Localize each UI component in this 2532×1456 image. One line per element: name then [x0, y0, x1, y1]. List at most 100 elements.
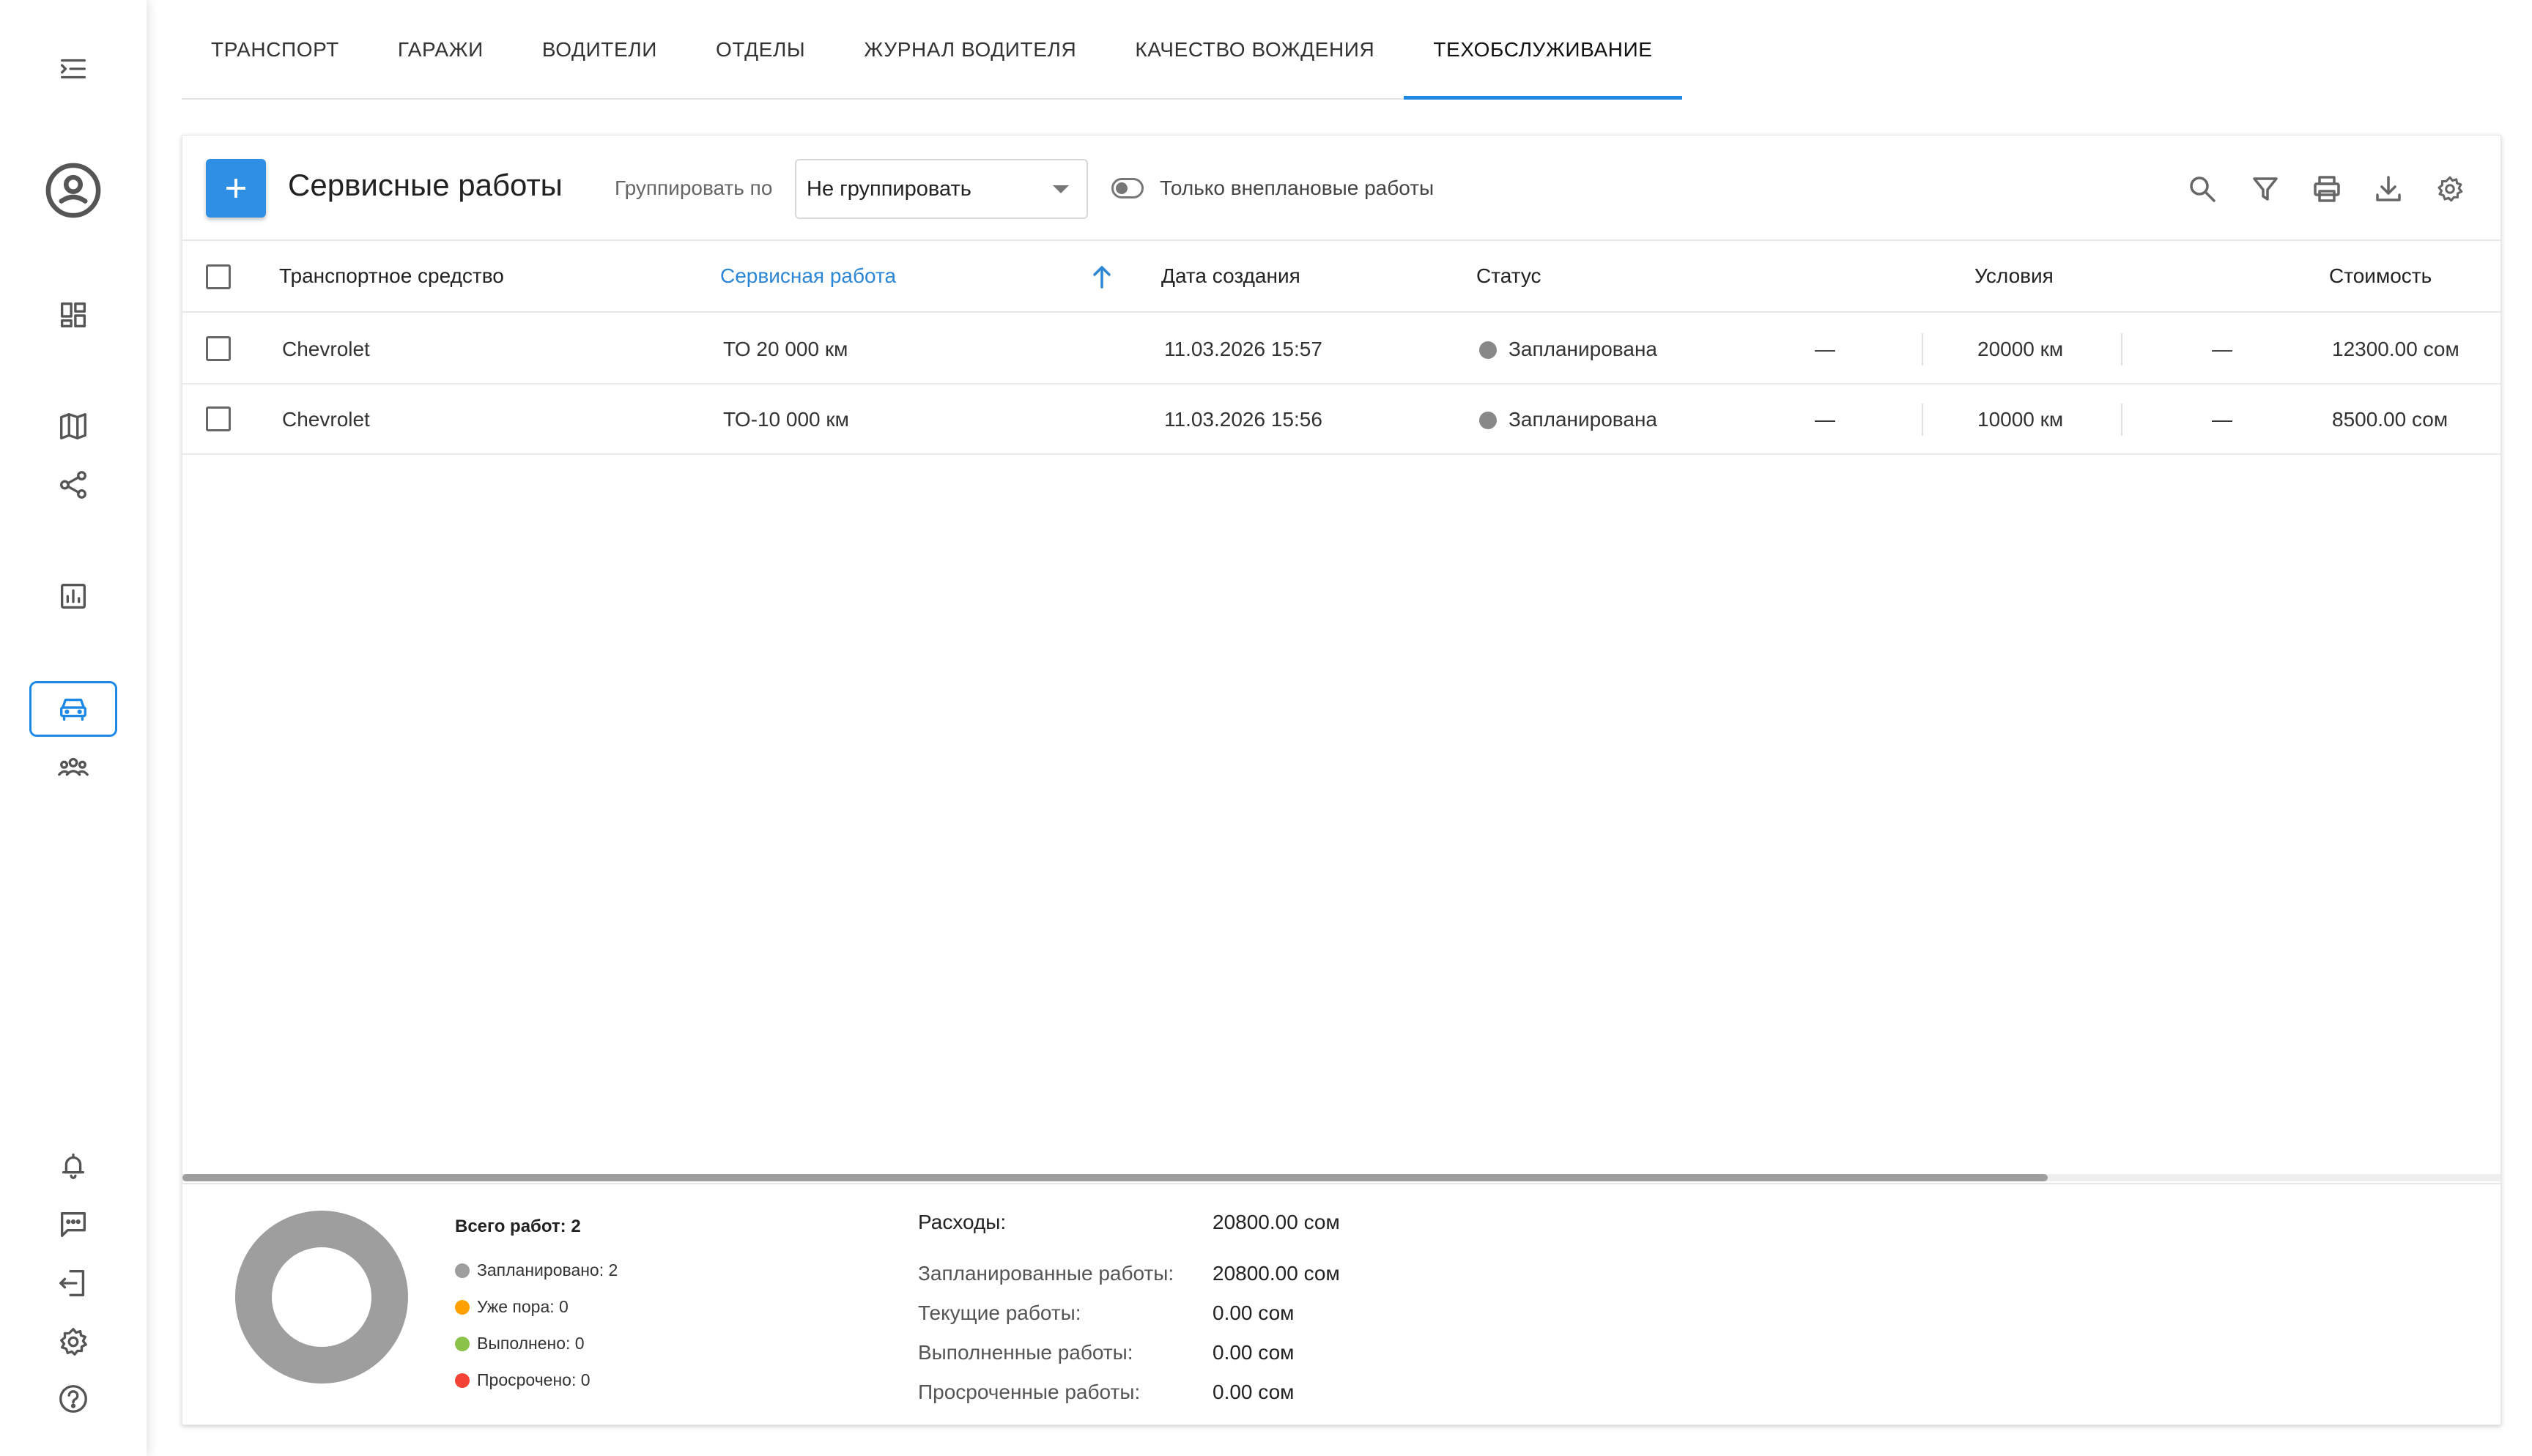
- table-settings-button[interactable]: [2432, 171, 2468, 207]
- column-header-status[interactable]: Статус: [1476, 264, 1541, 288]
- legend-label: Просрочено: 0: [477, 1370, 591, 1389]
- cell-status: Запланирована: [1509, 338, 1657, 360]
- logout-button[interactable]: [29, 1255, 117, 1311]
- expense-value-completed: 0.00 сом: [1213, 1341, 1295, 1364]
- donut-slice-0: [235, 1211, 408, 1383]
- status-donut-chart: [235, 1211, 408, 1383]
- tab-drivers[interactable]: ВОДИТЕЛИ: [513, 0, 686, 100]
- status-dot: [1479, 341, 1497, 359]
- transport-button[interactable]: [29, 681, 117, 737]
- cell-created: 11.03.2026 15:57: [1164, 338, 1322, 360]
- menu-collapse-icon: [60, 59, 86, 79]
- column-divider: [2121, 404, 2122, 436]
- search-button[interactable]: [2184, 171, 2221, 207]
- legend-dot: [455, 1373, 470, 1388]
- filter-icon: [2253, 177, 2278, 201]
- chat-icon: [60, 1211, 86, 1238]
- tab-driver-log[interactable]: ЖУРНАЛ ВОДИТЕЛЯ: [834, 0, 1106, 100]
- legend-dot: [455, 1336, 470, 1351]
- cell-vehicle: Chevrolet: [282, 408, 370, 431]
- groups-button[interactable]: [29, 740, 117, 795]
- reports-button[interactable]: [29, 568, 117, 624]
- account-button[interactable]: [29, 163, 117, 218]
- unplanned-only-toggle[interactable]: [1111, 178, 1144, 198]
- column-header-created[interactable]: Дата создания: [1161, 264, 1300, 288]
- group-by-select[interactable]: Не группировать: [795, 159, 1088, 219]
- tab-transport[interactable]: ТРАНСПОРТ: [182, 0, 369, 100]
- plus-icon: [226, 179, 245, 198]
- print-button[interactable]: [2309, 171, 2345, 207]
- search-icon: [2190, 177, 2216, 202]
- share-button[interactable]: [29, 457, 117, 513]
- logout-icon: [59, 1270, 85, 1296]
- column-header-service[interactable]: Сервисная работа: [720, 264, 896, 288]
- tab-bar: ТРАНСПОРТ ГАРАЖИ ВОДИТЕЛИ ОТДЕЛЫ ЖУРНАЛ …: [182, 0, 1682, 100]
- gear-icon: [60, 1328, 87, 1356]
- settings-button[interactable]: [29, 1314, 117, 1370]
- download-button[interactable]: [2370, 171, 2407, 207]
- tab-departments[interactable]: ОТДЕЛЫ: [686, 0, 834, 100]
- expense-value-current: 0.00 сом: [1213, 1301, 1295, 1324]
- card-toolbar: Сервисные работы Группировать по Не груп…: [182, 135, 2500, 241]
- download-icon: [2376, 176, 2401, 201]
- expense-value-planned: 20800.00 сом: [1213, 1262, 1340, 1285]
- cell-vehicle: Chevrolet: [282, 338, 370, 360]
- help-button[interactable]: [29, 1371, 117, 1427]
- select-all-checkbox[interactable]: [206, 264, 231, 289]
- left-sidebar: [0, 0, 147, 1456]
- page-title: Сервисные работы: [288, 168, 563, 202]
- print-icon: [2314, 176, 2340, 202]
- map-button[interactable]: [29, 398, 117, 454]
- legend-label: Выполнено: 0: [477, 1334, 585, 1353]
- add-service-button[interactable]: [206, 159, 266, 218]
- column-divider: [2121, 333, 2122, 365]
- messages-button[interactable]: [29, 1197, 117, 1252]
- row-checkbox[interactable]: [206, 406, 231, 431]
- table-row[interactable]: Chevrolet ТО 20 000 км 11.03.2026 15:57 …: [182, 314, 2500, 385]
- toggle-knob: [1116, 182, 1128, 194]
- dashboard-icon: [60, 302, 86, 328]
- tab-garages[interactable]: ГАРАЖИ: [369, 0, 513, 100]
- sort-ascending-icon[interactable]: [1091, 264, 1113, 289]
- legend-dot: [455, 1299, 470, 1315]
- cell-condition-2: 10000 км: [1977, 408, 2064, 431]
- cell-condition-1: —: [1815, 338, 1835, 360]
- bell-icon: [62, 1153, 85, 1179]
- legend-item-overdue: Просрочено: 0: [455, 1370, 591, 1390]
- cell-cost: 8500.00 сом: [2332, 408, 2448, 431]
- chevron-down-icon: [1053, 185, 1069, 193]
- horizontal-scrollbar[interactable]: [182, 1174, 2500, 1181]
- table-header: Транспортное средство Сервисная работа Д…: [182, 242, 2500, 313]
- tab-maintenance[interactable]: ТЕХОБСЛУЖИВАНИЕ: [1404, 0, 1682, 100]
- cell-condition-3: —: [2212, 408, 2232, 431]
- legend-label: Запланировано: 2: [477, 1260, 618, 1279]
- group-icon: [58, 757, 89, 776]
- tab-driving-quality[interactable]: КАЧЕСТВО ВОЖДЕНИЯ: [1106, 0, 1404, 100]
- expense-label-current: Текущие работы:: [918, 1301, 1081, 1324]
- cell-service: ТО 20 000 км: [723, 338, 848, 360]
- scrollbar-thumb[interactable]: [182, 1174, 2048, 1181]
- legend-item-planned: Запланировано: 2: [455, 1260, 618, 1280]
- column-header-conditions[interactable]: Условия: [1974, 264, 2054, 288]
- expenses-title: Расходы:: [918, 1211, 1007, 1233]
- row-checkbox[interactable]: [206, 336, 231, 361]
- share-icon: [60, 471, 86, 499]
- expense-label-overdue: Просроченные работы:: [918, 1381, 1141, 1403]
- column-header-cost[interactable]: Стоимость: [2329, 264, 2432, 288]
- legend-dot: [455, 1263, 470, 1278]
- summary-panel: Всего работ: 2 Запланировано: 2 Уже пора…: [182, 1183, 2500, 1426]
- table-row[interactable]: Chevrolet ТО-10 000 км 11.03.2026 15:56 …: [182, 385, 2500, 455]
- cell-condition-1: —: [1815, 408, 1835, 431]
- cell-status: Запланирована: [1509, 408, 1657, 431]
- cell-condition-3: —: [2212, 338, 2232, 360]
- dashboard-button[interactable]: [29, 287, 117, 343]
- cell-condition-2: 20000 км: [1977, 338, 2064, 360]
- column-header-vehicle[interactable]: Транспортное средство: [279, 264, 504, 288]
- menu-collapse-button[interactable]: [29, 41, 117, 97]
- unplanned-only-label: Только внеплановые работы: [1160, 177, 1435, 199]
- notifications-button[interactable]: [29, 1138, 117, 1194]
- legend-item-due: Уже пора: 0: [455, 1297, 569, 1317]
- filter-button[interactable]: [2247, 171, 2284, 207]
- help-icon: [59, 1385, 87, 1413]
- total-works: Всего работ: 2: [455, 1217, 581, 1236]
